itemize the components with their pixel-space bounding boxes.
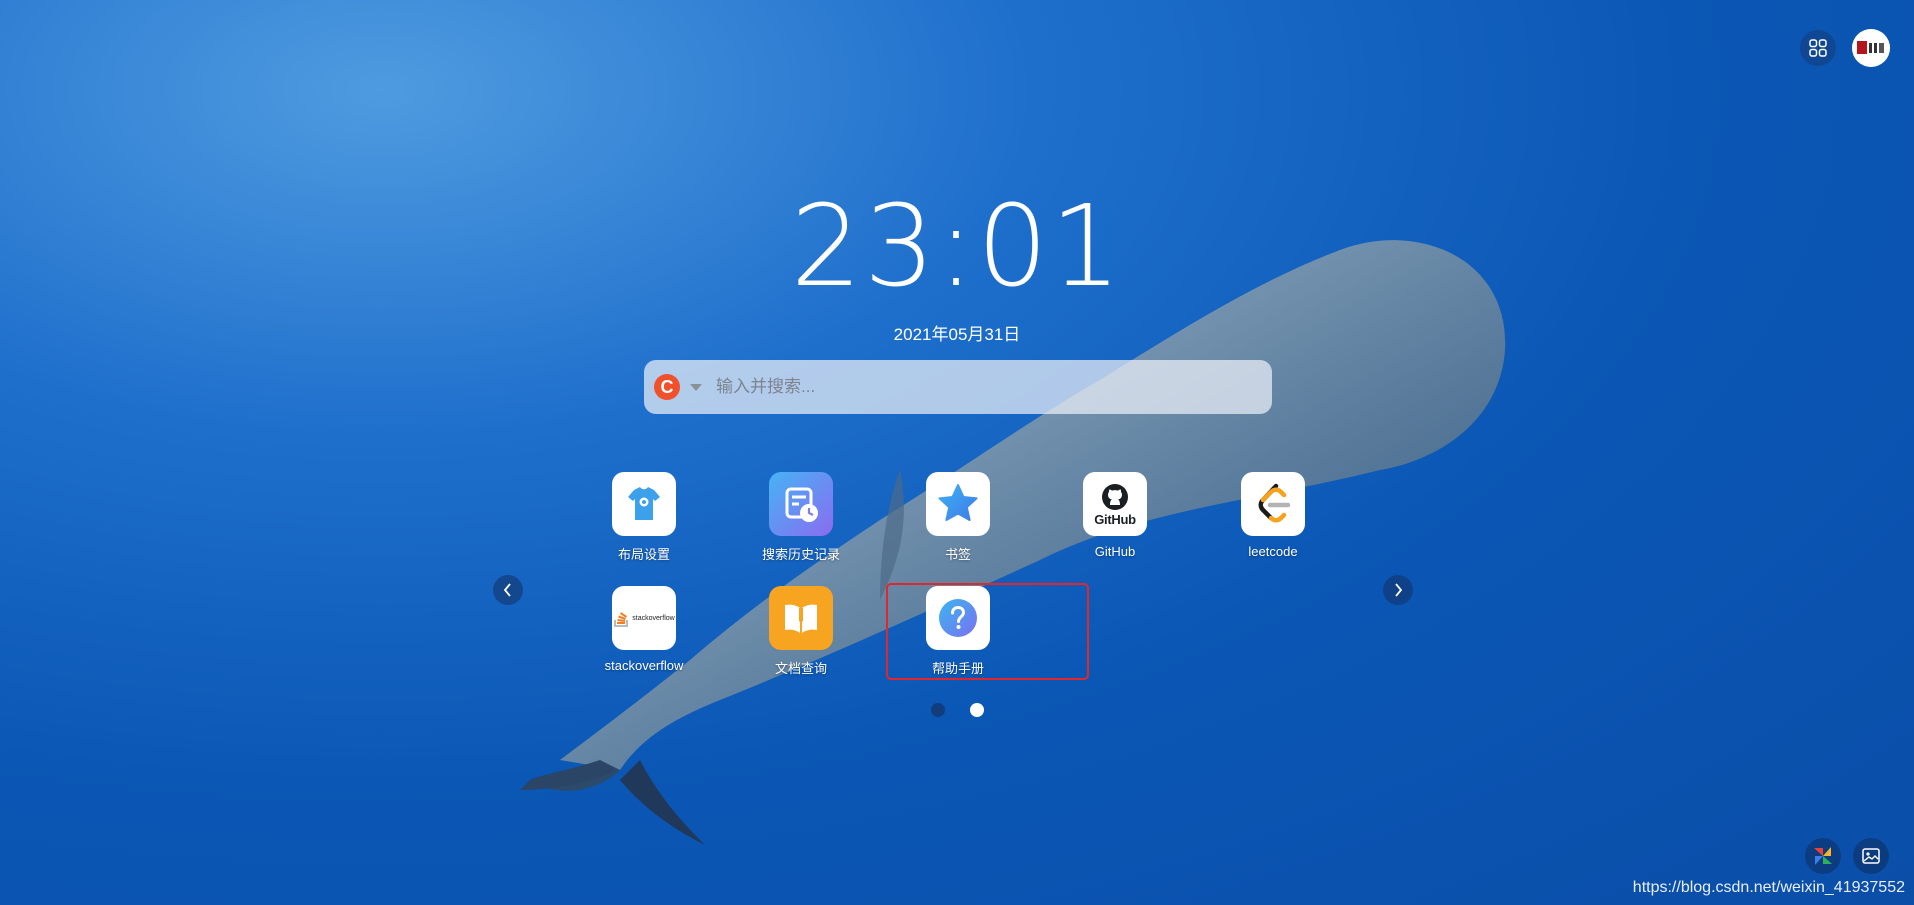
app-label: 搜索历史记录 <box>761 547 840 562</box>
clock-date: 2021年05月31日 <box>893 325 1021 344</box>
leetcode-icon <box>1241 472 1305 536</box>
url-watermark: https://blog.csdn.net/weixin_41937552 <box>1632 879 1905 896</box>
user-avatar[interactable] <box>1852 29 1890 67</box>
github-wordmark: GitHub <box>1094 512 1136 527</box>
app-tile-docs[interactable]: 文档查询 <box>737 586 865 677</box>
app-label: 布局设置 <box>617 547 670 562</box>
app-tile-stackoverflow[interactable]: stackoverflow stackoverflow <box>580 586 708 673</box>
app-tile-leetcode[interactable]: leetcode <box>1209 472 1337 559</box>
search-bar: C <box>644 360 1272 414</box>
engine-dropdown-icon[interactable] <box>690 383 702 391</box>
history-clock-icon <box>769 472 833 536</box>
book-icon <box>769 586 833 650</box>
page-dot-1[interactable] <box>931 703 945 717</box>
search-input[interactable] <box>714 366 1258 408</box>
chevron-right-icon <box>1395 583 1403 597</box>
pinwheel-icon <box>1814 847 1832 865</box>
avatar-image-icon <box>1852 29 1890 67</box>
app-label: GitHub <box>1094 544 1136 559</box>
stackoverflow-icon: stackoverflow <box>612 586 676 650</box>
github-icon: GitHub <box>1083 472 1147 536</box>
page-dot-2[interactable] <box>970 703 984 717</box>
pinwheel-button[interactable] <box>1805 838 1841 874</box>
app-label: leetcode <box>1248 544 1298 559</box>
star-icon <box>926 472 990 536</box>
app-label: 书签 <box>944 547 971 562</box>
grid-icon <box>1809 39 1827 57</box>
app-tile-bookmarks[interactable]: 书签 <box>894 472 1022 563</box>
app-label: stackoverflow <box>604 658 684 673</box>
stackoverflow-wordmark: stackoverflow <box>632 614 675 622</box>
highlight-box <box>886 583 1089 680</box>
chevron-left-icon <box>503 583 511 597</box>
app-tile-github[interactable]: GitHub GitHub <box>1051 472 1179 559</box>
app-tile-layout-settings[interactable]: 布局设置 <box>580 472 708 563</box>
apps-grid-button[interactable] <box>1800 30 1836 66</box>
search-engine-icon[interactable]: C <box>654 374 680 400</box>
clock-time: 23:01 <box>790 182 1124 312</box>
wallpaper-button[interactable] <box>1853 838 1889 874</box>
tshirt-settings-icon <box>612 472 676 536</box>
prev-page-button[interactable] <box>493 575 523 605</box>
next-page-button[interactable] <box>1383 575 1413 605</box>
image-icon <box>1862 848 1880 864</box>
app-label: 文档查询 <box>774 661 827 676</box>
whale-wallpaper <box>520 240 1506 845</box>
app-tile-search-history[interactable]: 搜索历史记录 <box>737 472 865 563</box>
